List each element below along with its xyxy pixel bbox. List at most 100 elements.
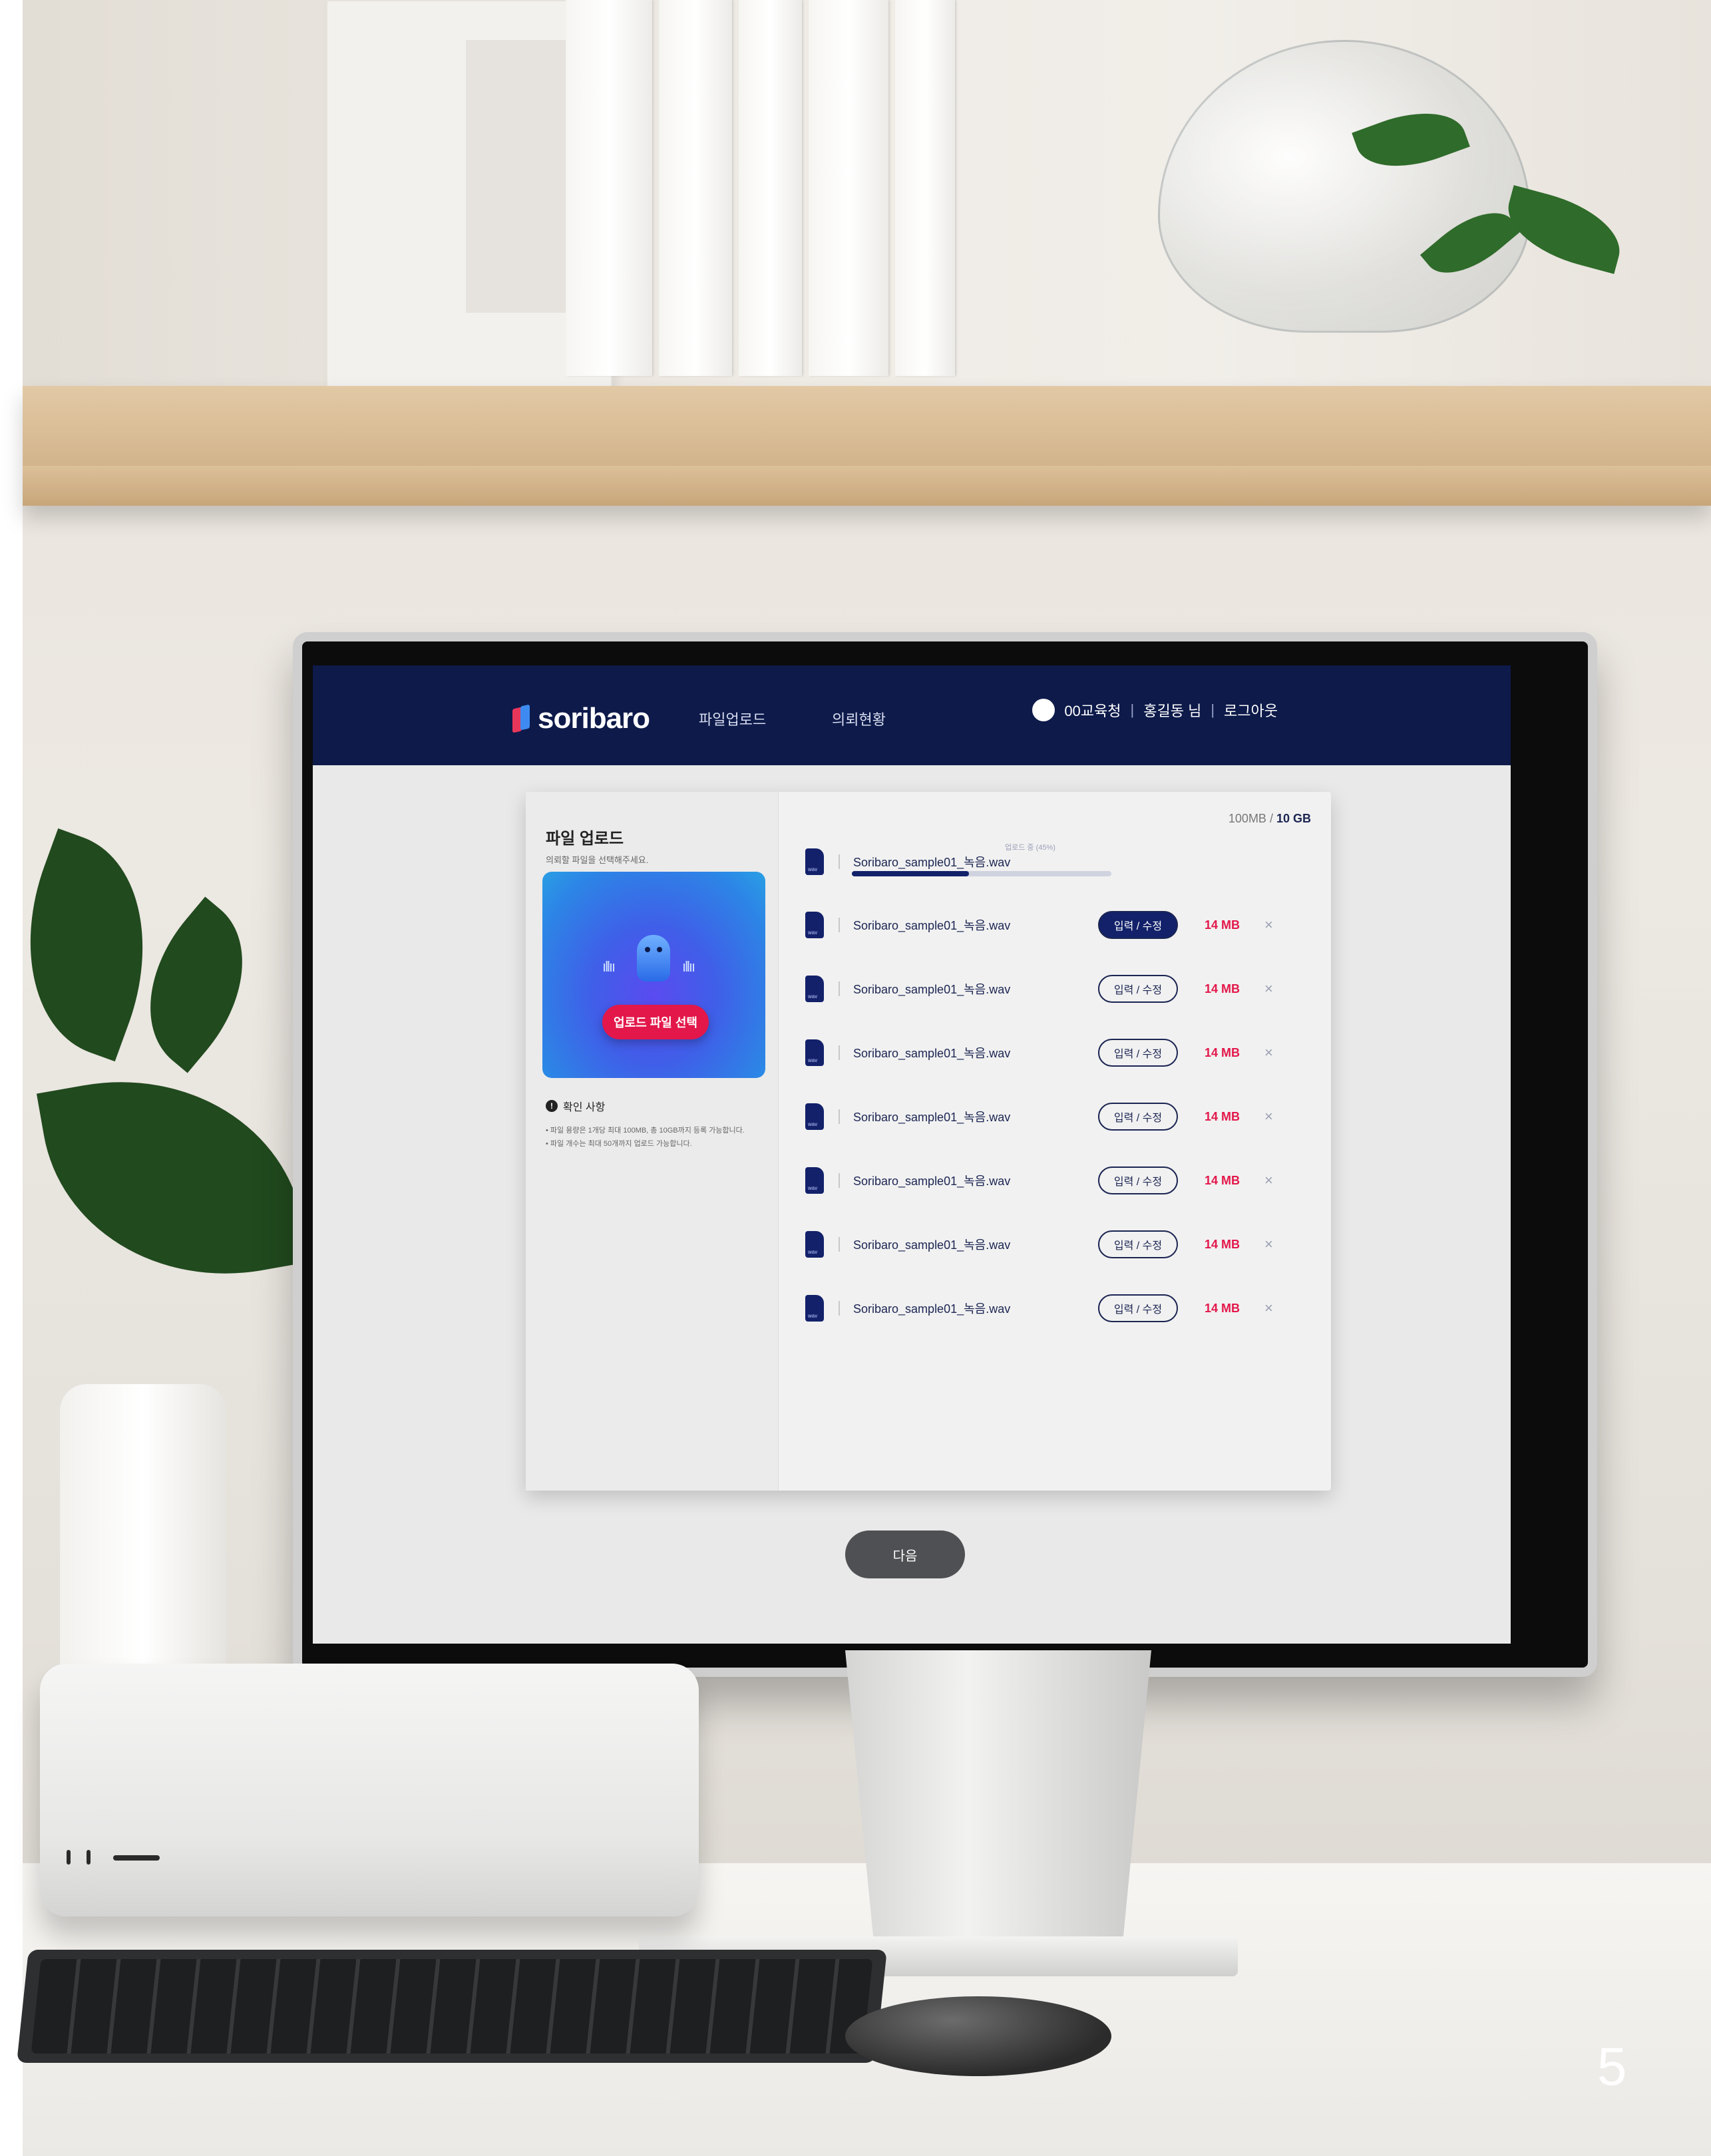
- file-row: Soribaro_sample01_녹음.wav 입력 / 수정 14 MB ×: [805, 905, 1311, 945]
- top-navigation-bar: soribaro 파일업로드 의뢰현황 00교육청 | 홍길동 님 | 로그아웃: [313, 665, 1511, 765]
- nav-item-request-status[interactable]: 의뢰현황: [832, 708, 886, 729]
- file-name: Soribaro_sample01_녹음.wav: [853, 1047, 1011, 1060]
- notice-heading: ! 확인 사항: [546, 1098, 605, 1114]
- picture-frame-inner: [466, 40, 566, 313]
- notice-line: • 파일 용량은 1개당 최대 100MB, 총 10GB까지 등록 가능합니다…: [546, 1127, 745, 1135]
- uploading-file-row: Soribaro_sample01_녹음.wav 업로드 중 (45%): [805, 842, 1311, 882]
- divider: [839, 982, 840, 996]
- audio-file-icon: [805, 912, 824, 938]
- logout-link[interactable]: 로그아웃: [1224, 699, 1278, 721]
- mouse: [845, 1996, 1111, 2076]
- notice-title: 확인 사항: [563, 1102, 606, 1113]
- storage-capacity: 100MB / 10 GB: [1228, 812, 1311, 825]
- file-list-panel: 100MB / 10 GB Soribaro_sample01_녹음.wav 업…: [779, 792, 1331, 1491]
- file-size: 14 MB: [1205, 1109, 1240, 1123]
- file-size: 14 MB: [1205, 918, 1240, 932]
- monitor-stand: [845, 1650, 1151, 1963]
- separator: |: [1211, 701, 1215, 718]
- file-size: 14 MB: [1205, 982, 1240, 995]
- book: [566, 0, 652, 376]
- audio-file-icon: [805, 1295, 824, 1322]
- app-screen: soribaro 파일업로드 의뢰현황 00교육청 | 홍길동 님 | 로그아웃…: [313, 665, 1511, 1644]
- plant-vase: [60, 1384, 226, 1677]
- file-row: Soribaro_sample01_녹음.wav 입력 / 수정 14 MB ×: [805, 1224, 1311, 1264]
- user-name: 홍길동 님: [1143, 703, 1202, 719]
- audio-file-icon: [805, 848, 824, 875]
- divider: [839, 1237, 840, 1252]
- file-name: Soribaro_sample01_녹음.wav: [853, 1238, 1011, 1252]
- user-menu: 00교육청 | 홍길동 님 | 로그아웃: [1032, 699, 1278, 721]
- file-row: Soribaro_sample01_녹음.wav 입력 / 수정 14 MB ×: [805, 1097, 1311, 1137]
- upload-progress-fill: [852, 871, 969, 876]
- capacity-total: 10 GB: [1276, 812, 1311, 825]
- monstera-plant: [0, 828, 319, 1431]
- sound-wave-icon: ıllıı: [602, 958, 616, 975]
- select-upload-file-button[interactable]: 업로드 파일 선택: [602, 1005, 709, 1039]
- file-name: Soribaro_sample01_녹음.wav: [853, 1174, 1011, 1188]
- mini-pc: [40, 1664, 699, 1916]
- file-name: Soribaro_sample01_녹음.wav: [853, 983, 1011, 996]
- edit-info-button[interactable]: 입력 / 수정: [1098, 1039, 1178, 1067]
- separator: |: [1130, 701, 1135, 718]
- upload-status: 업로드 중 (45%): [1005, 844, 1055, 852]
- brand-logo[interactable]: soribaro: [512, 702, 650, 735]
- file-size: 14 MB: [1205, 1045, 1240, 1059]
- nav-item-file-upload[interactable]: 파일업로드: [699, 708, 766, 729]
- divider: [839, 1109, 840, 1124]
- mascot-icon: [637, 935, 670, 982]
- notice-line: • 파일 개수는 최대 50개까지 업로드 가능합니다.: [546, 1140, 692, 1148]
- upload-progress-bar: [852, 871, 1111, 876]
- remove-file-button[interactable]: ×: [1264, 916, 1273, 934]
- divider: [839, 1301, 840, 1316]
- avatar[interactable]: [1032, 699, 1055, 721]
- shelf-edge: [23, 466, 1711, 506]
- edit-info-button[interactable]: 입력 / 수정: [1098, 911, 1178, 939]
- edit-info-button[interactable]: 입력 / 수정: [1098, 1294, 1178, 1322]
- upload-dropzone[interactable]: ıllıı ıllıı 업로드 파일 선택: [542, 872, 765, 1078]
- brand-name: soribaro: [538, 702, 650, 735]
- page-number: 5: [1597, 2037, 1627, 2096]
- next-button[interactable]: 다음: [845, 1530, 965, 1578]
- audio-file-icon: [805, 976, 824, 1002]
- upload-panel: 파일 업로드 의뢰할 파일을 선택해주세요. ıllıı ıllıı 업로드 파…: [526, 792, 779, 1491]
- divider: [839, 1173, 840, 1188]
- book: [739, 0, 802, 376]
- upload-card: 파일 업로드 의뢰할 파일을 선택해주세요. ıllıı ıllıı 업로드 파…: [526, 792, 1331, 1491]
- capacity-used: 100MB: [1228, 812, 1266, 825]
- file-size: 14 MB: [1205, 1301, 1240, 1315]
- file-name: Soribaro_sample01_녹음.wav: [853, 1302, 1011, 1316]
- audio-file-icon: [805, 1039, 824, 1066]
- remove-file-button[interactable]: ×: [1264, 1172, 1273, 1189]
- book: [659, 0, 732, 376]
- user-org: 00교육청: [1064, 703, 1121, 719]
- file-name: Soribaro_sample01_녹음.wav: [853, 856, 1011, 869]
- info-icon: !: [546, 1100, 558, 1112]
- remove-file-button[interactable]: ×: [1264, 1044, 1273, 1061]
- book: [809, 0, 888, 376]
- sound-wave-icon: ıllıı: [682, 958, 695, 975]
- logo-icon: [512, 705, 531, 732]
- file-size: 14 MB: [1205, 1237, 1240, 1251]
- edit-info-button[interactable]: 입력 / 수정: [1098, 1230, 1178, 1258]
- file-name: Soribaro_sample01_녹음.wav: [853, 919, 1011, 932]
- audio-file-icon: [805, 1231, 824, 1258]
- audio-file-icon: [805, 1167, 824, 1194]
- edit-info-button[interactable]: 입력 / 수정: [1098, 1167, 1178, 1194]
- file-row: Soribaro_sample01_녹음.wav 입력 / 수정 14 MB ×: [805, 1161, 1311, 1200]
- file-size: 14 MB: [1205, 1173, 1240, 1187]
- book: [895, 0, 955, 376]
- keyboard: [17, 1950, 887, 2063]
- file-row: Soribaro_sample01_녹음.wav 입력 / 수정 14 MB ×: [805, 969, 1311, 1009]
- edit-info-button[interactable]: 입력 / 수정: [1098, 975, 1178, 1003]
- remove-file-button[interactable]: ×: [1264, 1108, 1273, 1125]
- file-name: Soribaro_sample01_녹음.wav: [853, 1111, 1011, 1124]
- remove-file-button[interactable]: ×: [1264, 1300, 1273, 1317]
- file-row: Soribaro_sample01_녹음.wav 입력 / 수정 14 MB ×: [805, 1288, 1311, 1328]
- divider: [839, 1045, 840, 1060]
- audio-file-icon: [805, 1103, 824, 1130]
- panel-subtitle: 의뢰할 파일을 선택해주세요.: [546, 855, 649, 865]
- remove-file-button[interactable]: ×: [1264, 1236, 1273, 1253]
- panel-title: 파일 업로드: [546, 830, 624, 848]
- remove-file-button[interactable]: ×: [1264, 980, 1273, 997]
- edit-info-button[interactable]: 입력 / 수정: [1098, 1103, 1178, 1131]
